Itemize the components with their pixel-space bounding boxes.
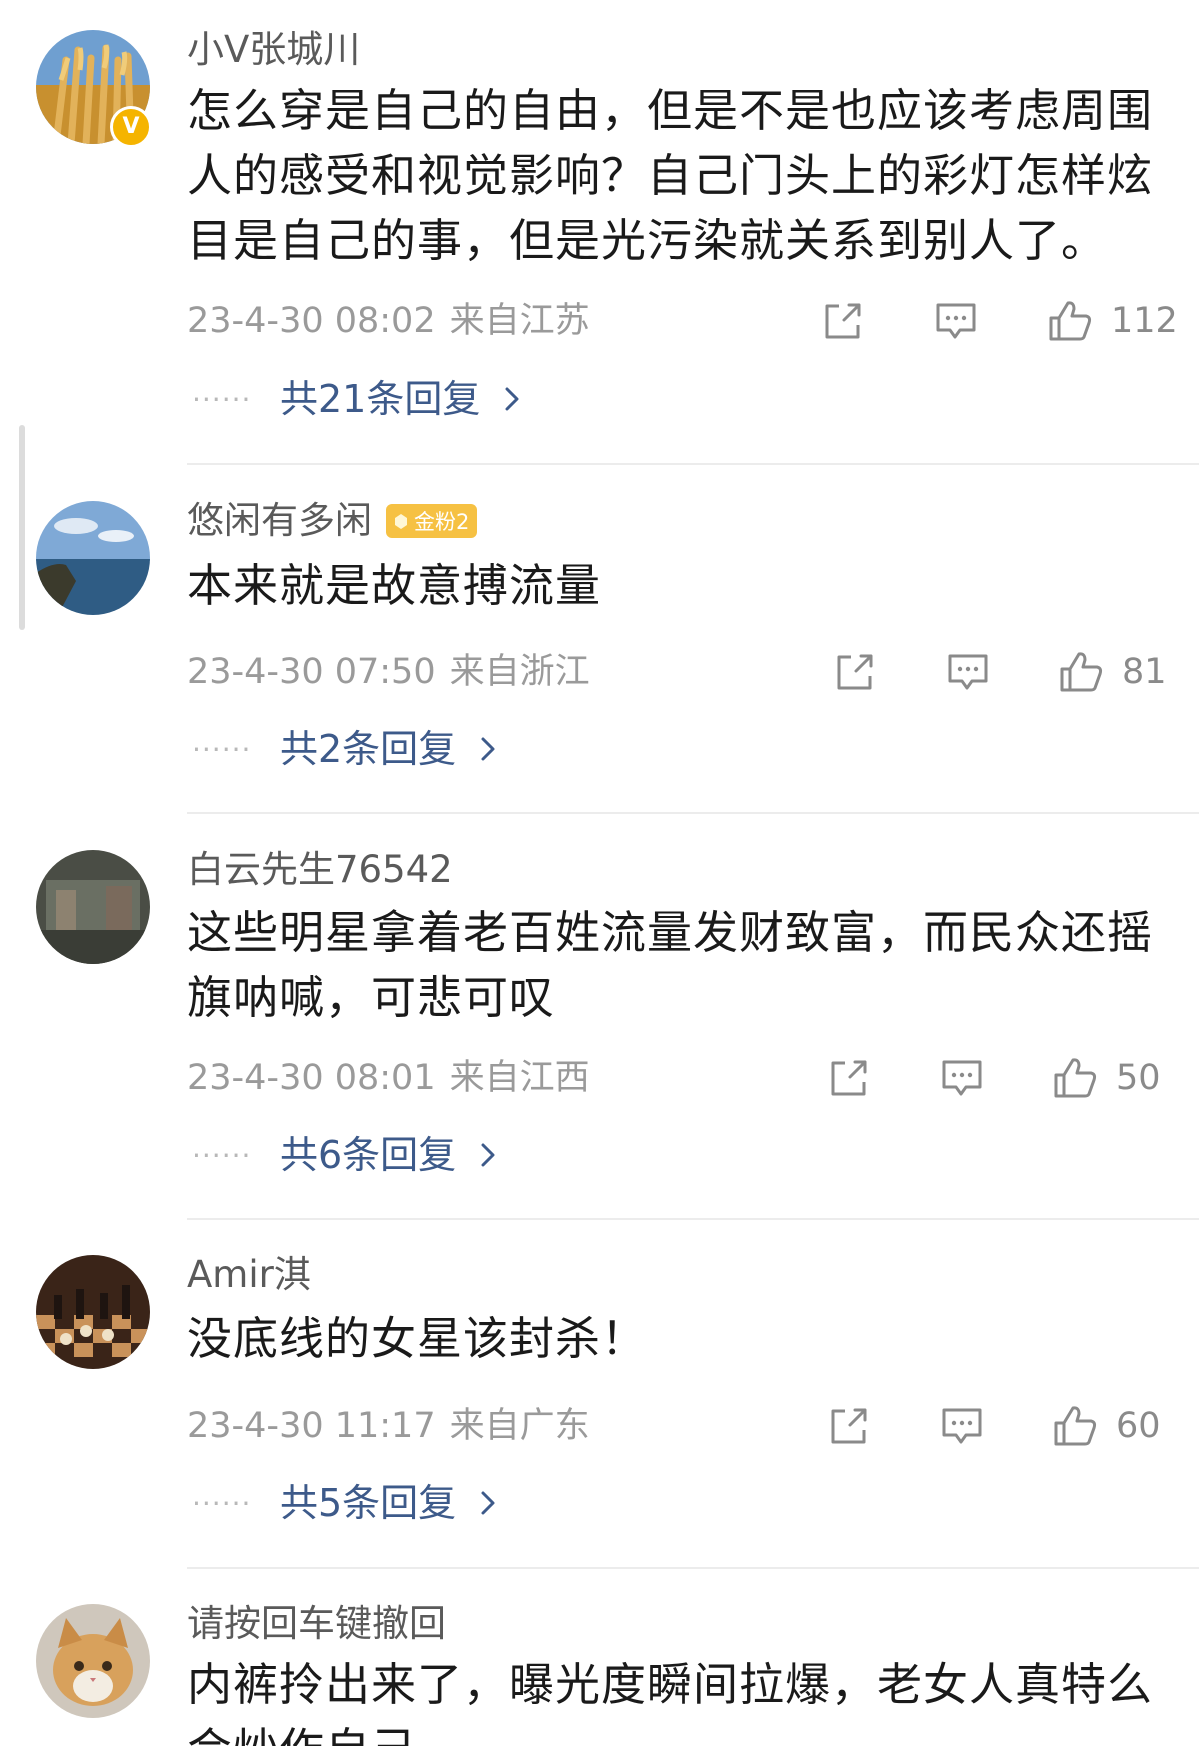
share-button[interactable]	[828, 1404, 870, 1448]
avatar[interactable]	[36, 850, 150, 964]
comment-time: 23-4-30 07:50	[187, 652, 436, 692]
dots-decoration: ······	[192, 732, 252, 766]
comment-icon	[942, 1408, 982, 1444]
comment-meta: 23-4-30 08:02 来自江苏	[187, 299, 590, 343]
scroll-indicator[interactable]	[19, 425, 25, 630]
reply-count: 共5条回复	[280, 1481, 457, 1525]
comment-button[interactable]	[940, 1056, 984, 1100]
username[interactable]: 悠闲有多闲	[187, 497, 372, 545]
comment-icon	[942, 1060, 982, 1096]
view-replies-link[interactable]: ······ 共5条回复	[192, 1478, 498, 1528]
like-button[interactable]: 81	[1058, 650, 1167, 694]
comment-button[interactable]	[946, 650, 990, 694]
comment-time: 23-4-30 11:17	[187, 1406, 436, 1446]
dots-decoration: ······	[192, 382, 252, 416]
share-button[interactable]	[828, 1056, 870, 1100]
username[interactable]: Amir淇	[187, 1251, 311, 1299]
thumbs-up-icon	[1049, 301, 1092, 341]
comment-icon	[936, 303, 976, 339]
like-count: 112	[1111, 301, 1178, 341]
reply-count: 共2条回复	[280, 727, 457, 771]
username[interactable]: 请按回车键撤回	[187, 1600, 446, 1648]
reply-count: 共21条回复	[280, 377, 481, 421]
chevron-right-icon	[481, 1491, 495, 1515]
comment-button[interactable]	[940, 1404, 984, 1448]
fan-badge: 金粉2	[386, 504, 478, 538]
view-replies-link[interactable]: ······ 共2条回复	[192, 724, 498, 774]
comment-text: 怎么穿是自己的自由，但是不是也应该考虑周围人的感受和视觉影响？自己门头上的彩灯怎…	[187, 84, 1154, 267]
avatar[interactable]	[36, 1604, 150, 1718]
view-replies-link[interactable]: ······ 共21条回复	[192, 374, 522, 424]
username[interactable]: 白云先生76542	[187, 846, 453, 894]
verified-badge: V	[110, 106, 152, 148]
like-button[interactable]: 60	[1052, 1404, 1161, 1448]
comment-time: 23-4-30 08:02	[187, 301, 436, 341]
share-button[interactable]	[822, 299, 864, 343]
share-button[interactable]	[834, 650, 876, 694]
comment-meta: 23-4-30 11:17 来自广东	[187, 1404, 590, 1448]
thumbs-up-icon	[1060, 652, 1103, 692]
dots-decoration: ······	[192, 1138, 252, 1172]
reply-count: 共6条回复	[280, 1133, 457, 1177]
divider	[187, 812, 1199, 814]
thumbs-up-icon	[1054, 1406, 1097, 1446]
chevron-right-icon	[505, 387, 519, 411]
comment-button[interactable]	[934, 299, 978, 343]
like-count: 60	[1116, 1406, 1161, 1446]
gem-icon	[395, 514, 407, 529]
comment-location: 来自江苏	[449, 301, 590, 341]
divider	[187, 1218, 1199, 1220]
like-count: 81	[1122, 652, 1167, 692]
comment-meta: 23-4-30 07:50 来自浙江	[187, 650, 590, 694]
like-button[interactable]: 112	[1047, 299, 1178, 343]
share-icon	[825, 303, 861, 339]
dots-decoration: ······	[192, 1486, 252, 1520]
comment-location: 来自浙江	[449, 652, 590, 692]
avatar[interactable]	[36, 1255, 150, 1369]
comment-time: 23-4-30 08:01	[187, 1058, 436, 1098]
comment-text: 这些明星拿着老百姓流量发财致富，而民众还摇旗呐喊，可悲可叹	[187, 906, 1154, 1024]
share-icon	[837, 654, 873, 690]
username[interactable]: 小V张城川	[187, 26, 360, 74]
like-count: 50	[1116, 1058, 1161, 1098]
thumbs-up-icon	[1054, 1058, 1097, 1098]
comment-meta: 23-4-30 08:01 来自江西	[187, 1056, 590, 1100]
comment-icon	[948, 654, 988, 690]
share-icon	[831, 1408, 867, 1444]
divider	[187, 463, 1199, 465]
fan-badge-label: 金粉2	[414, 510, 470, 534]
share-icon	[831, 1060, 867, 1096]
divider	[187, 1567, 1199, 1569]
comment-text: 没底线的女星该封杀！	[187, 1312, 648, 1365]
comment-location: 来自广东	[449, 1406, 590, 1446]
view-replies-link[interactable]: ······ 共6条回复	[192, 1130, 498, 1180]
comment-location: 来自江西	[449, 1058, 590, 1098]
like-button[interactable]: 50	[1052, 1056, 1161, 1100]
chevron-right-icon	[481, 737, 495, 761]
comment-text: 本来就是故意搏流量	[187, 559, 602, 612]
avatar[interactable]	[36, 501, 150, 615]
comment-text: 内裤拎出来了，曝光度瞬间拉爆，老女人真特么会炒作自己	[187, 1658, 1154, 1746]
chevron-right-icon	[481, 1143, 495, 1167]
